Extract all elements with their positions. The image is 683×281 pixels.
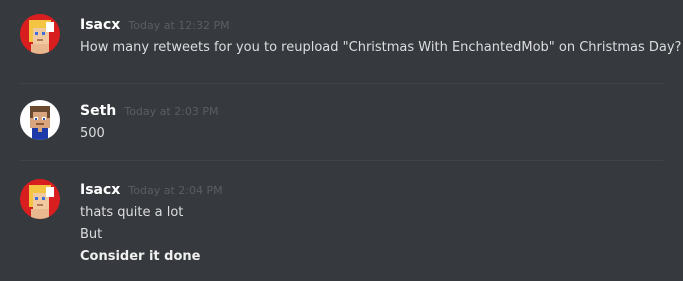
isacx-avatar[interactable] [20, 14, 60, 54]
seth-avatar-icon [20, 100, 60, 140]
message-divider [20, 160, 663, 161]
username[interactable]: Isacx [80, 182, 120, 198]
timestamp: Today at 2:04 PM [128, 184, 223, 197]
message-body: 500 [80, 123, 105, 145]
isacx-avatar[interactable] [20, 179, 60, 219]
message-text: thats quite a lot [80, 205, 184, 220]
message-text-bold: Consider it done [80, 249, 201, 264]
message-divider [20, 83, 663, 84]
timestamp: Today at 12:32 PM [128, 19, 230, 32]
username[interactable]: Seth [80, 103, 116, 119]
message-body: thats quite a lot But Consider it done [80, 202, 201, 268]
timestamp: Today at 2:03 PM [124, 105, 219, 118]
message-header: Isacx Today at 12:32 PM [80, 14, 230, 34]
chat-log: Isacx Today at 12:32 PM How many retweet… [0, 0, 683, 281]
message-text: 500 [80, 126, 105, 141]
username[interactable]: Isacx [80, 17, 120, 33]
message-text: But [80, 227, 103, 242]
seth-avatar[interactable] [20, 100, 60, 140]
message-header: Isacx Today at 2:04 PM [80, 179, 223, 199]
isacx-avatar-icon [20, 179, 60, 219]
message-text: How many retweets for you to reupload "C… [80, 40, 682, 55]
isacx-avatar-icon [20, 14, 60, 54]
message-header: Seth Today at 2:03 PM [80, 100, 219, 120]
message-body: How many retweets for you to reupload "C… [80, 37, 681, 59]
